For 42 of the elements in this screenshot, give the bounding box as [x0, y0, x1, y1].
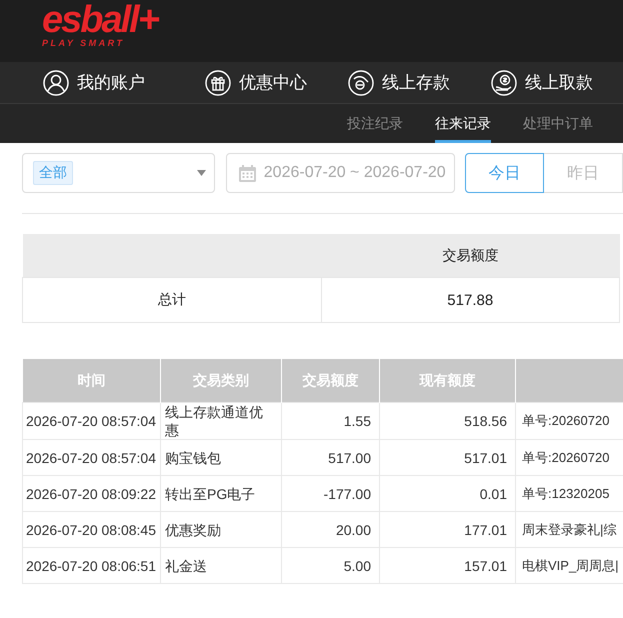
nav-link[interactable]: 优惠中心: [185, 70, 328, 96]
table-cell: 517.00: [282, 440, 380, 476]
type-select[interactable]: 全部: [22, 153, 215, 193]
table-cell: 177.01: [380, 512, 516, 548]
table-cell: 0.01: [380, 476, 516, 512]
date-range-field[interactable]: 2026-07-20 ~ 2026-07-20: [226, 153, 455, 193]
table-cell: 单号:20260720: [516, 402, 623, 440]
column-header: 交易额度: [321, 234, 620, 278]
table-cell: 2026-07-20 08:06:51: [22, 548, 160, 584]
record-tab[interactable]: 投注纪录: [347, 104, 403, 143]
calendar-icon: [238, 164, 256, 182]
table-cell: 20.00: [282, 512, 380, 548]
date-shortcut-button[interactable]: 今日: [465, 153, 544, 193]
table-cell: 157.01: [380, 548, 516, 584]
table-cell: 2026-07-20 08:08:45: [22, 512, 160, 548]
logo-wordmark: esball+: [42, 2, 158, 38]
nav-link[interactable]: 线上取款: [471, 70, 614, 96]
table-cell: 购宝钱包: [160, 440, 282, 476]
caret-icon: [196, 170, 206, 176]
table-cell: 转出至PG电子: [160, 476, 282, 512]
table-cell: 2026-07-20 08:57:04: [22, 402, 160, 440]
table-cell: 线上存款通道优惠: [160, 402, 282, 440]
table-cell: 优惠奖励: [160, 512, 282, 548]
record-tab[interactable]: 处理中订单: [523, 104, 593, 143]
table-cell: 517.01: [380, 440, 516, 476]
record-tab[interactable]: 往来记录: [435, 104, 491, 143]
table-cell: 2026-07-20 08:09:22: [22, 476, 160, 512]
logo-tagline: PLAY SMART: [42, 38, 126, 48]
table-cell: 518.56: [380, 402, 516, 440]
table-cell: 5.00: [282, 548, 380, 584]
table-cell: 517.88: [321, 278, 620, 322]
nav-link[interactable]: 线上存款: [328, 70, 471, 96]
table-cell: -177.00: [282, 476, 380, 512]
nav-link[interactable]: 我的账户: [0, 70, 185, 96]
table-cell: 1.55: [282, 402, 380, 440]
table-cell: 礼金送: [160, 548, 282, 584]
type-tag: 全部: [33, 161, 73, 185]
table-cell: 总计: [22, 278, 321, 322]
user-icon: [43, 70, 69, 96]
table-cell: 2026-07-20 08:57:04: [22, 440, 160, 476]
gift-icon: [205, 70, 231, 96]
date-range-text: 2026-07-20 ~ 2026-07-20: [264, 164, 446, 182]
